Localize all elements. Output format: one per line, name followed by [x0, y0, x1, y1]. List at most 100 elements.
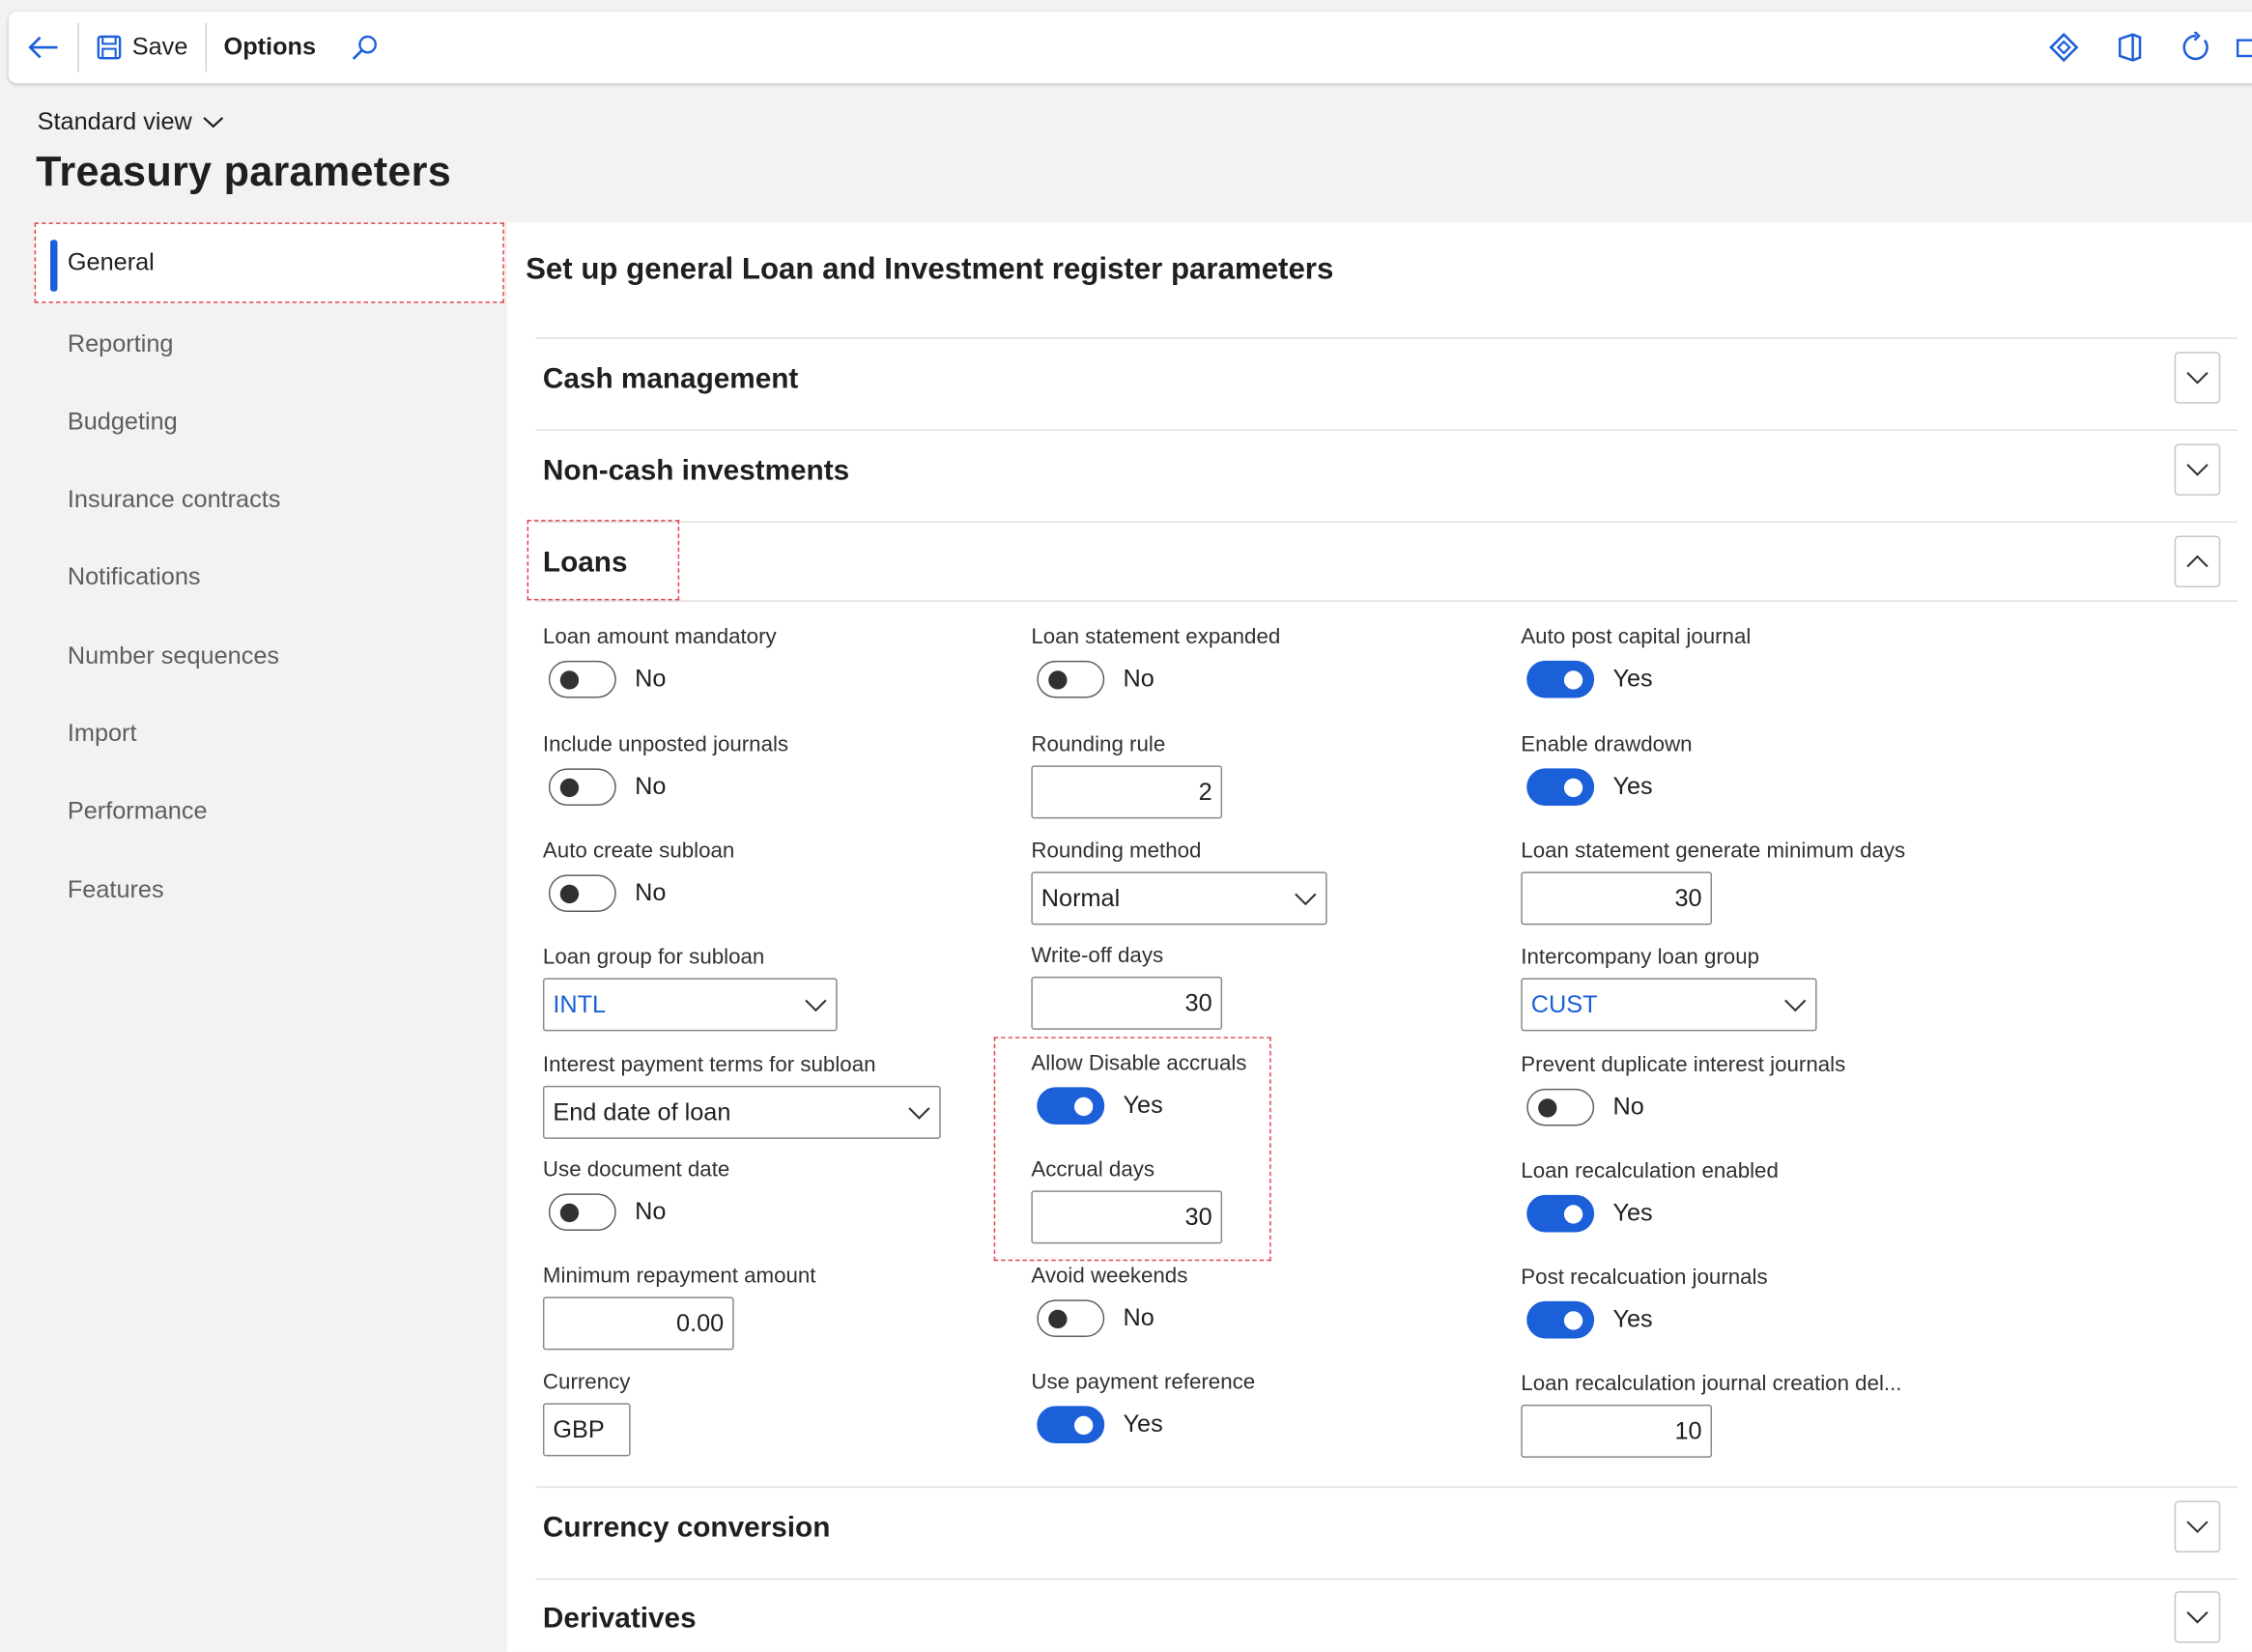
options-button[interactable]: Options	[207, 12, 333, 83]
dropdown-value: Normal	[1040, 884, 1121, 912]
chevron-down-icon	[2186, 1610, 2209, 1624]
statement-min-days-field: Loan statement generate minimum days 30	[1521, 839, 1905, 926]
save-button[interactable]: Save	[79, 12, 205, 83]
diamond-icon	[2049, 32, 2079, 63]
open-new-window-button[interactable]	[2229, 12, 2252, 83]
post-recalculation-toggle[interactable]	[1526, 1300, 1595, 1339]
recalculation-enabled-toggle[interactable]	[1526, 1194, 1595, 1233]
include-unposted-journals-field: Include unposted journals No	[543, 732, 788, 806]
main-title: Set up general Loan and Investment regis…	[526, 252, 1334, 286]
save-label: Save	[131, 33, 188, 61]
collapse-button[interactable]	[2174, 535, 2221, 588]
search-button[interactable]	[333, 12, 407, 83]
toggle-value: No	[1123, 1303, 1155, 1332]
expand-button[interactable]	[2174, 1500, 2221, 1553]
chevron-down-icon	[202, 117, 223, 128]
nav-item-budgeting[interactable]: Budgeting	[68, 408, 178, 437]
office-button[interactable]	[2096, 12, 2162, 83]
refresh-button[interactable]	[2163, 12, 2229, 83]
field-label: Rounding rule	[1031, 732, 1166, 757]
section-currency-conversion[interactable]: Currency conversion	[535, 1486, 2238, 1579]
field-label: Auto post capital journal	[1521, 624, 1752, 649]
auto-post-capital-toggle[interactable]	[1526, 660, 1595, 698]
toggle-value: No	[635, 878, 667, 907]
intercompany-loan-group-field: Intercompany loan group CUST	[1521, 945, 1817, 1032]
nav-item-import[interactable]: Import	[68, 720, 137, 749]
auto-create-subloan-field: Auto create subloan No	[543, 839, 734, 912]
toggle-value: No	[635, 665, 667, 693]
enable-drawdown-field: Enable drawdown Yes	[1521, 732, 1693, 806]
nav-item-reporting[interactable]: Reporting	[68, 330, 174, 359]
statement-min-days-input[interactable]: 30	[1521, 871, 1713, 926]
field-label: Post recalcuation journals	[1521, 1265, 1768, 1290]
loan-statement-expanded-field: Loan statement expanded No	[1031, 625, 1280, 698]
nav-item-label: General	[67, 248, 155, 276]
recalculation-delay-input[interactable]: 10	[1521, 1404, 1713, 1458]
back-arrow-icon	[28, 36, 58, 59]
avoid-weekends-toggle[interactable]	[1037, 1299, 1105, 1338]
nav-item-insurance-contracts[interactable]: Insurance contracts	[68, 485, 281, 514]
use-payment-reference-toggle[interactable]	[1037, 1406, 1105, 1444]
dropdown-value: INTL	[553, 990, 607, 1018]
interest-payment-terms-dropdown[interactable]: End date of loan	[542, 1085, 941, 1139]
nav-item-features[interactable]: Features	[68, 876, 164, 905]
field-label: Use document date	[542, 1157, 730, 1182]
field-label: Loan statement expanded	[1031, 624, 1281, 649]
chevron-down-icon	[2186, 464, 2209, 476]
include-unposted-journals-toggle[interactable]	[548, 768, 616, 806]
section-non-cash-investments[interactable]: Non-cash investments	[535, 429, 2238, 521]
dropdown-value: CUST	[1530, 990, 1598, 1018]
auto-post-capital-field: Auto post capital journal Yes	[1521, 625, 1751, 698]
field-label: Intercompany loan group	[1521, 945, 1759, 970]
section-title: Non-cash investments	[542, 455, 850, 487]
toggle-value: Yes	[1123, 1410, 1163, 1438]
rounding-rule-input[interactable]: 2	[1031, 765, 1223, 819]
power-apps-button[interactable]	[2031, 12, 2096, 83]
section-loans[interactable]: Loans	[535, 521, 2238, 602]
prevent-duplicate-toggle[interactable]	[1526, 1088, 1595, 1126]
auto-create-subloan-toggle[interactable]	[548, 874, 616, 912]
field-label: Currency	[542, 1370, 631, 1395]
toggle-value: No	[1612, 1093, 1644, 1121]
nav-item-number-sequences[interactable]: Number sequences	[68, 642, 279, 671]
expand-button[interactable]	[2174, 443, 2221, 496]
loan-amount-mandatory-field: Loan amount mandatory No	[543, 625, 777, 698]
toggle-value: No	[1123, 665, 1155, 693]
loan-statement-expanded-toggle[interactable]	[1037, 660, 1105, 698]
nav-item-performance[interactable]: Performance	[68, 797, 208, 826]
section-title: Cash management	[542, 363, 799, 395]
toggle-value: Yes	[1612, 665, 1653, 693]
minimum-repayment-input[interactable]: 0.00	[542, 1296, 734, 1351]
write-off-days-input[interactable]: 30	[1031, 976, 1223, 1030]
chevron-down-icon	[805, 998, 827, 1011]
save-icon	[97, 35, 122, 60]
loan-amount-mandatory-toggle[interactable]	[548, 660, 616, 698]
minimum-repayment-field: Minimum repayment amount 0.00	[542, 1264, 816, 1351]
intercompany-loan-group-dropdown[interactable]: CUST	[1521, 978, 1817, 1032]
chevron-down-icon	[2186, 372, 2209, 385]
section-cash-management[interactable]: Cash management	[535, 337, 2238, 429]
prevent-duplicate-field: Prevent duplicate interest journals No	[1521, 1053, 1845, 1126]
enable-drawdown-toggle[interactable]	[1526, 768, 1595, 806]
view-selector[interactable]: Standard view	[38, 107, 224, 136]
rounding-method-dropdown[interactable]: Normal	[1031, 871, 1327, 926]
field-label: Use payment reference	[1031, 1370, 1256, 1395]
recalculation-delay-field: Loan recalculation journal creation del.…	[1521, 1371, 1902, 1458]
section-derivatives[interactable]: Derivatives	[535, 1578, 2238, 1652]
view-label: Standard view	[37, 107, 192, 135]
field-label: Loan recalculation journal creation del.…	[1521, 1371, 1902, 1396]
rounding-method-field: Rounding method Normal	[1031, 839, 1327, 926]
expand-button[interactable]	[2174, 352, 2221, 404]
action-toolbar: Save Options	[8, 11, 2252, 84]
expand-button[interactable]	[2174, 1591, 2221, 1643]
field-label: Auto create subloan	[542, 839, 735, 864]
chevron-down-icon	[908, 1106, 930, 1120]
dropdown-value: End date of loan	[553, 1097, 731, 1125]
loan-group-subloan-dropdown[interactable]: INTL	[542, 978, 838, 1032]
currency-input[interactable]: GBP	[542, 1403, 631, 1457]
field-label: Rounding method	[1031, 839, 1202, 864]
nav-item-general[interactable]: General	[34, 222, 504, 303]
back-button[interactable]	[9, 12, 77, 83]
nav-item-notifications[interactable]: Notifications	[68, 563, 201, 592]
use-document-date-toggle[interactable]	[548, 1193, 616, 1232]
